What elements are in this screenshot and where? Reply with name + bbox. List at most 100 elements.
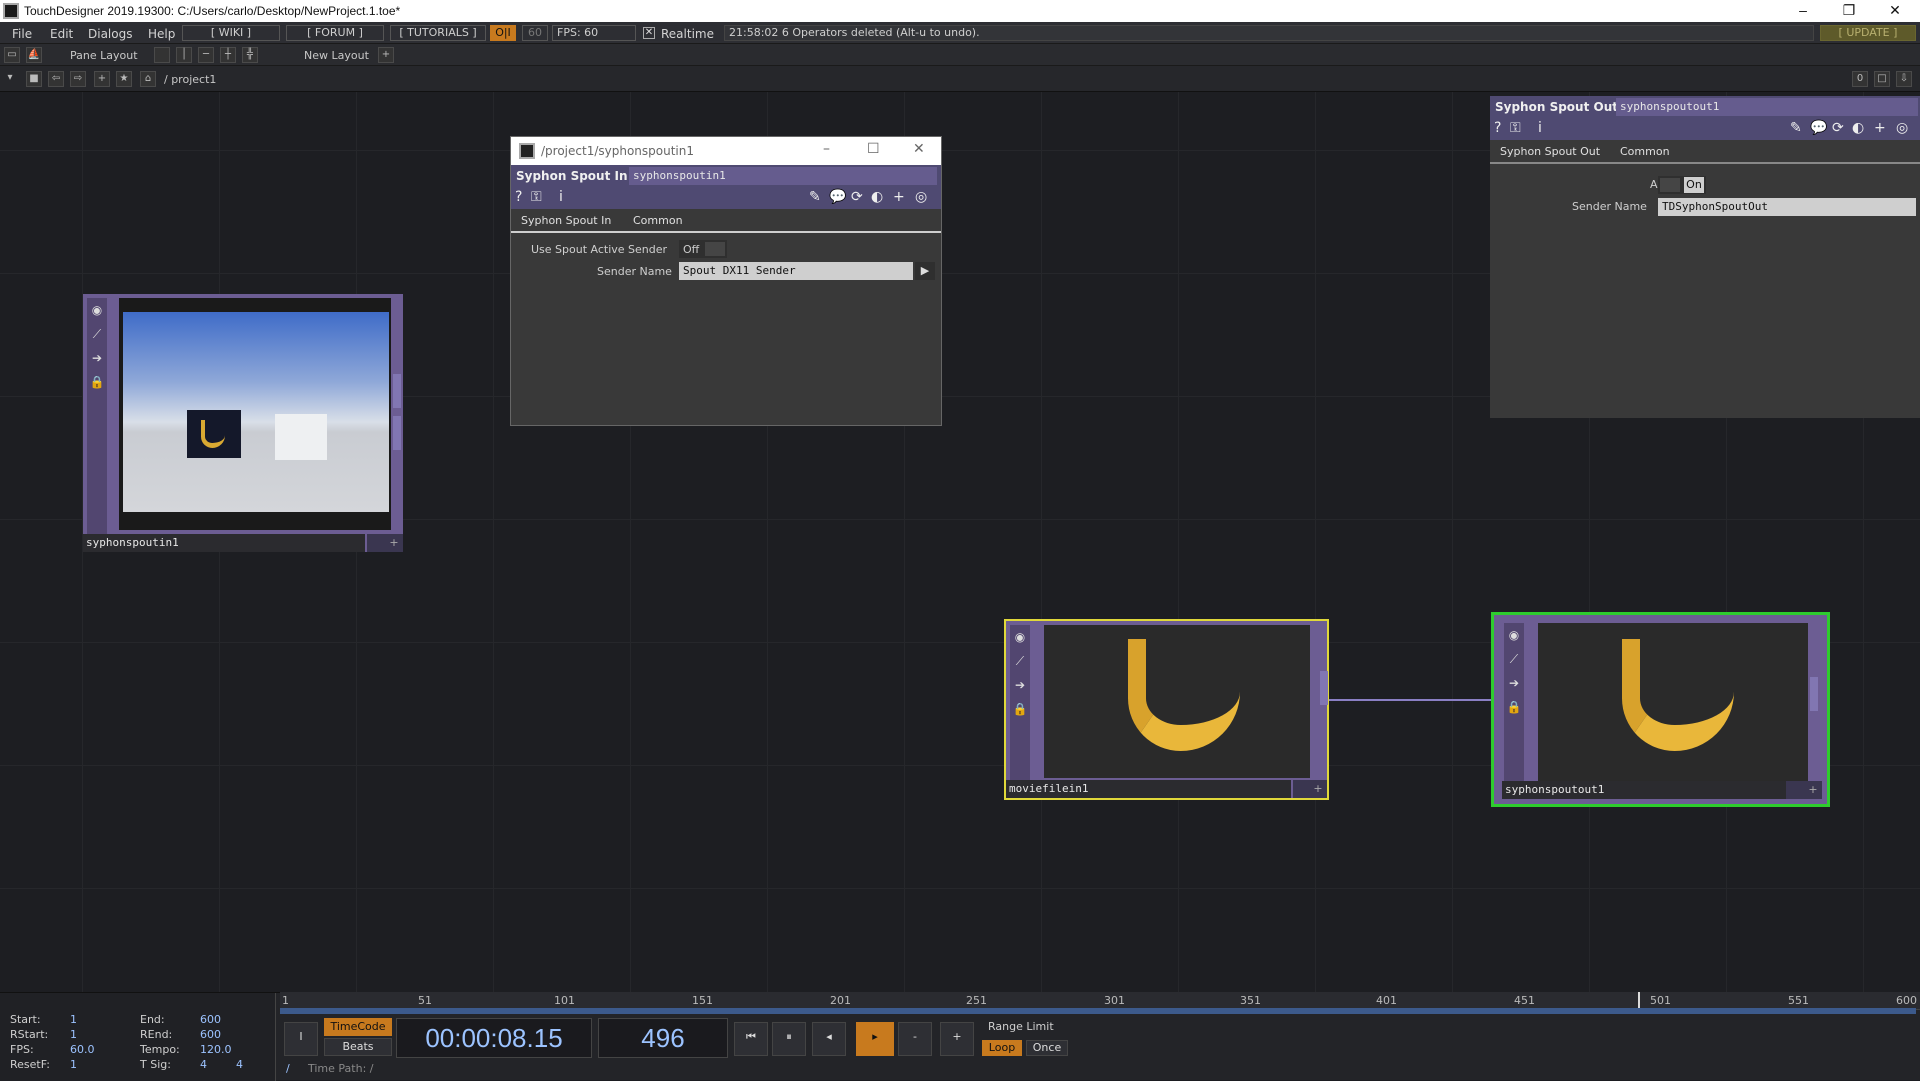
zero-button[interactable]: 0 <box>1852 71 1868 87</box>
skip-to-start-icon[interactable]: ⏮ <box>734 1022 768 1056</box>
maximize-pane-icon[interactable]: □ <box>1874 71 1890 87</box>
node-viewer[interactable] <box>1538 623 1808 785</box>
network-path[interactable]: / project1 <box>164 73 216 86</box>
node-viewer[interactable] <box>1044 625 1310 778</box>
sender-name-menu-arrow-icon[interactable]: ▶ <box>915 262 935 280</box>
node-add-icon[interactable]: + <box>1804 781 1822 799</box>
fps-set-field[interactable]: 60 <box>522 25 548 41</box>
ship-icon[interactable]: ⛵ <box>26 47 42 63</box>
time-i-button[interactable]: I <box>284 1022 318 1056</box>
active-toggle[interactable]: On <box>1658 176 1706 194</box>
comment-icon[interactable]: 💬 <box>1810 120 1827 136</box>
layout-single-icon[interactable] <box>154 47 170 63</box>
clone-icon[interactable]: ⟳ <box>1832 120 1844 136</box>
viewer-active-icon[interactable] <box>1786 781 1804 799</box>
layout-three-icon[interactable]: ┼ <box>220 47 236 63</box>
close-button[interactable]: ✕ <box>1872 0 1918 22</box>
restore-button[interactable]: ❐ <box>1826 0 1872 22</box>
beats-button[interactable]: Beats <box>324 1038 392 1056</box>
node-syphonspoutout1[interactable]: ◉ ⟋ ➔ 🔒 syphonspoutout1 + <box>1491 612 1830 807</box>
timecode-display[interactable]: 00:00:08.15 <box>396 1018 592 1058</box>
rend-value[interactable]: 600 <box>200 1028 221 1041</box>
add-layout-button[interactable]: + <box>378 47 394 63</box>
rstart-value[interactable]: 1 <box>70 1028 77 1041</box>
node-viewer[interactable] <box>119 298 391 530</box>
sender-name-field[interactable]: TDSyphonSpoutOut <box>1658 198 1916 216</box>
once-button[interactable]: Once <box>1026 1040 1068 1056</box>
info-icon[interactable]: i <box>559 189 563 205</box>
python-icon[interactable]: ◐ <box>871 189 883 205</box>
forum-button[interactable]: [ FORUM ] <box>286 25 384 41</box>
output-connector[interactable] <box>1320 671 1328 705</box>
network-icon[interactable]: ▭ <box>4 47 20 63</box>
viewer-toggle-icon[interactable]: ◉ <box>1504 623 1524 647</box>
start-value[interactable]: 1 <box>70 1013 77 1026</box>
increment-button[interactable]: + <box>940 1022 974 1056</box>
node-wire[interactable] <box>1328 699 1506 701</box>
tab-common[interactable]: Common <box>1620 145 1670 158</box>
add-icon[interactable]: + <box>1874 120 1886 136</box>
node-moviefilein1[interactable]: ◉ ⟋ ➔ 🔒 moviefilein1 + <box>1004 619 1329 800</box>
maximize-button[interactable]: ☐ <box>867 141 880 157</box>
pause-icon[interactable]: ⏸ <box>772 1022 806 1056</box>
viewer-toggle-icon[interactable]: ◉ <box>1010 625 1030 649</box>
layout-split-vertical-icon[interactable]: │ <box>176 47 192 63</box>
node-add-icon[interactable]: + <box>1309 780 1327 798</box>
bypass-icon[interactable]: ⟋ <box>87 322 107 346</box>
timecode-button[interactable]: TimeCode <box>324 1018 392 1036</box>
tsig-denominator[interactable]: 4 <box>236 1058 243 1071</box>
tempo-value[interactable]: 120.0 <box>200 1043 232 1056</box>
end-value[interactable]: 600 <box>200 1013 221 1026</box>
bypass-icon[interactable]: ⟋ <box>1010 649 1030 673</box>
play-icon[interactable]: ▸ <box>856 1022 894 1056</box>
forward-arrow-icon[interactable]: ⇨ <box>70 71 86 87</box>
menu-dialogs[interactable]: Dialogs <box>88 27 132 41</box>
viewer-active-icon[interactable] <box>1293 780 1309 798</box>
clone-icon[interactable]: ⟳ <box>851 189 863 205</box>
wiki-button[interactable]: [ WIKI ] <box>182 25 280 41</box>
tab-common[interactable]: Common <box>633 214 683 227</box>
step-back-icon[interactable]: ◂ <box>812 1022 846 1056</box>
operator-name-field[interactable]: syphonspoutout1 <box>1616 98 1918 116</box>
output-arrow-icon[interactable]: ➔ <box>1010 673 1030 697</box>
chevron-down-icon[interactable]: ▾ <box>2 71 18 87</box>
lock-icon[interactable]: 🔒 <box>1010 697 1030 721</box>
add-icon[interactable]: + <box>893 189 905 205</box>
fps-value[interactable]: 60.0 <box>70 1043 95 1056</box>
frame-display[interactable]: 496 <box>598 1018 728 1058</box>
close-button[interactable]: ✕ <box>913 141 925 157</box>
output-arrow-icon[interactable]: ➔ <box>1504 671 1524 695</box>
menu-help[interactable]: Help <box>148 27 175 41</box>
viewer-active-icon[interactable] <box>367 534 385 552</box>
tutorials-button[interactable]: [ TUTORIALS ] <box>390 25 486 41</box>
minimize-button[interactable]: – <box>823 141 830 157</box>
square-icon[interactable]: ■ <box>26 71 42 87</box>
realtime-checkbox[interactable]: ✕ <box>643 27 655 39</box>
download-icon[interactable]: ⇩ <box>1896 71 1912 87</box>
use-spout-active-sender-toggle[interactable]: Off <box>679 240 727 258</box>
timeline-range-bar[interactable] <box>280 1008 1916 1014</box>
loop-button[interactable]: Loop <box>982 1040 1022 1056</box>
resetf-value[interactable]: 1 <box>70 1058 77 1071</box>
help-icon[interactable]: ? <box>515 189 522 205</box>
star-icon[interactable]: ★ <box>116 71 132 87</box>
menu-file[interactable]: File <box>12 27 32 41</box>
bypass-icon[interactable]: ⟋ <box>1504 647 1524 671</box>
help-icon[interactable]: ? <box>1494 120 1501 136</box>
node-name-label[interactable]: moviefilein1 <box>1006 780 1291 798</box>
perform-mode-button[interactable]: O|I <box>490 25 516 41</box>
info-icon[interactable]: i <box>1538 120 1542 136</box>
layout-split-horizontal-icon[interactable]: ─ <box>198 47 214 63</box>
output-connector[interactable] <box>393 374 401 408</box>
output-connector[interactable] <box>1810 677 1818 711</box>
output-connector-2[interactable] <box>393 416 401 450</box>
python-icon[interactable]: ◐ <box>1852 120 1864 136</box>
output-arrow-icon[interactable]: ➔ <box>87 346 107 370</box>
comment-icon[interactable]: 💬 <box>829 189 846 205</box>
node-name-label[interactable]: syphonspoutin1 <box>83 534 365 552</box>
python-help-icon[interactable]: ⚿ <box>531 189 542 205</box>
node-add-icon[interactable]: + <box>385 534 403 552</box>
tab-syphon-spout-in[interactable]: Syphon Spout In <box>521 214 611 227</box>
tsig-numerator[interactable]: 4 <box>200 1058 207 1071</box>
edit-icon[interactable]: ✎ <box>1790 120 1802 136</box>
